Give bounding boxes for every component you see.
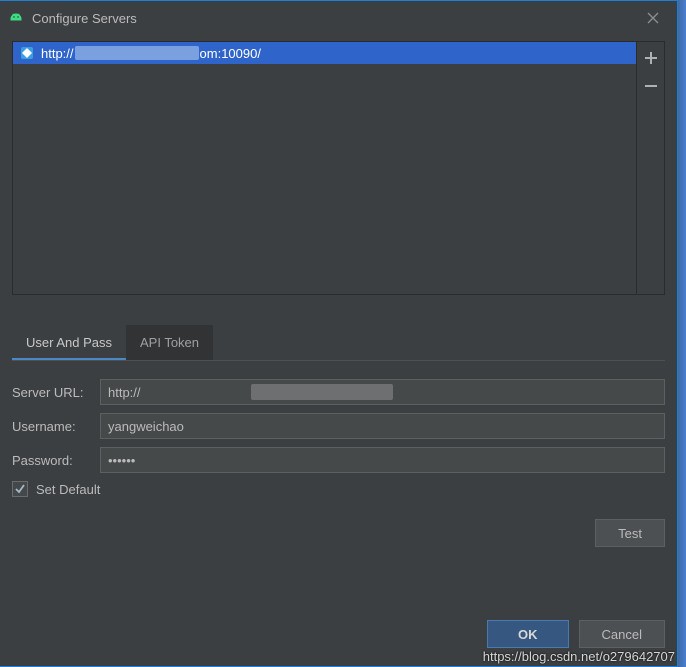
ok-button[interactable]: OK — [487, 620, 569, 648]
credentials-form: Server URL: http:// :10090/ Username: ya… — [12, 379, 665, 547]
server-url-input-prefix: http:// — [108, 385, 141, 400]
username-input[interactable]: yangweichao — [100, 413, 665, 439]
username-label: Username: — [12, 419, 100, 434]
list-buttons — [636, 42, 664, 294]
server-list-item[interactable]: http:// om:10090/ — [13, 42, 636, 64]
watermark: https://blog.csdn.net/o279642707 — [483, 649, 675, 664]
server-list[interactable]: http:// om:10090/ — [13, 42, 636, 294]
cancel-button[interactable]: Cancel — [579, 620, 665, 648]
set-default-label: Set Default — [36, 482, 100, 497]
window-title: Configure Servers — [32, 11, 637, 26]
set-default-checkbox[interactable] — [12, 481, 28, 497]
password-label: Password: — [12, 453, 100, 468]
server-url-label: Server URL: — [12, 385, 100, 400]
redacted-host — [75, 46, 199, 60]
close-button[interactable] — [637, 4, 669, 32]
right-edge-decoration — [678, 0, 686, 667]
server-url-input[interactable]: http:// :10090/ — [100, 379, 665, 405]
password-input[interactable]: •••••• — [100, 447, 665, 473]
dialog-content: http:// om:10090/ User And Pass API Toke… — [0, 35, 677, 547]
configure-servers-dialog: Configure Servers http:// om:10090/ — [0, 0, 678, 667]
tab-api-token[interactable]: API Token — [126, 325, 213, 360]
redacted-host — [251, 384, 393, 400]
server-url-row: Server URL: http:// :10090/ — [12, 379, 665, 405]
test-button[interactable]: Test — [595, 519, 665, 547]
server-url-suffix: om:10090/ — [200, 46, 261, 61]
server-list-area: http:// om:10090/ — [12, 41, 665, 295]
server-icon — [19, 45, 35, 61]
username-row: Username: yangweichao — [12, 413, 665, 439]
titlebar: Configure Servers — [0, 1, 677, 35]
tab-user-and-pass[interactable]: User And Pass — [12, 325, 126, 360]
password-row: Password: •••••• — [12, 447, 665, 473]
test-row: Test — [12, 519, 665, 547]
android-icon — [8, 10, 24, 26]
set-default-row: Set Default — [12, 481, 665, 497]
add-server-button[interactable] — [639, 46, 663, 70]
auth-tabs: User And Pass API Token — [12, 325, 665, 361]
server-url-prefix: http:// — [41, 46, 74, 61]
remove-server-button[interactable] — [639, 74, 663, 98]
dialog-footer: OK Cancel — [12, 620, 665, 648]
